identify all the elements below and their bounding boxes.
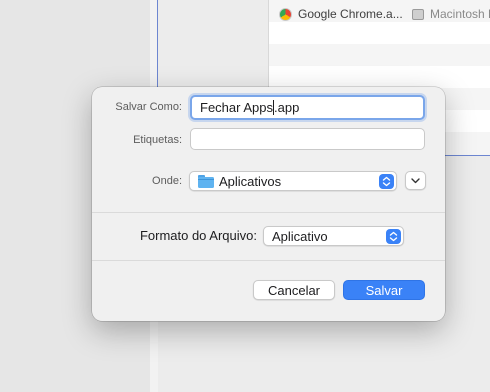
background-item-label: Google Chrome.a... bbox=[298, 7, 403, 21]
tags-input[interactable] bbox=[190, 128, 425, 150]
where-popup[interactable]: Aplicativos bbox=[189, 171, 397, 191]
tags-label: Etiquetas: bbox=[133, 134, 182, 146]
popup-stepper-icon bbox=[386, 229, 401, 244]
background-item-label: Macintosh H bbox=[430, 7, 490, 21]
filename-input[interactable]: Fechar Apps .app bbox=[190, 95, 425, 120]
save-dialog: Salvar Como: Fechar Apps .app Etiquetas: … bbox=[92, 87, 445, 321]
expand-dialog-button[interactable] bbox=[405, 171, 426, 190]
folder-icon bbox=[198, 174, 214, 188]
chevron-down-icon bbox=[411, 177, 420, 183]
cancel-button[interactable]: Cancelar bbox=[253, 280, 335, 300]
where-value: Aplicativos bbox=[219, 173, 282, 189]
divider bbox=[92, 260, 445, 261]
background-item-chrome[interactable]: Google Chrome.a... bbox=[279, 4, 403, 24]
background-item-disk[interactable]: Macintosh H bbox=[412, 4, 490, 24]
where-label: Onde: bbox=[152, 175, 182, 187]
format-popup[interactable]: Aplicativo bbox=[263, 226, 404, 246]
save-button[interactable]: Salvar bbox=[343, 280, 425, 300]
filename-text: Fechar Apps bbox=[200, 100, 273, 115]
divider bbox=[92, 212, 445, 213]
format-value: Aplicativo bbox=[272, 228, 328, 244]
filename-extension: .app bbox=[274, 100, 300, 115]
popup-stepper-icon bbox=[379, 174, 394, 189]
save-as-label: Salvar Como: bbox=[115, 101, 182, 113]
disk-icon bbox=[412, 8, 424, 20]
format-label: Formato do Arquivo: bbox=[139, 228, 257, 243]
chrome-icon bbox=[279, 7, 292, 21]
background-selection-line bbox=[157, 0, 158, 90]
